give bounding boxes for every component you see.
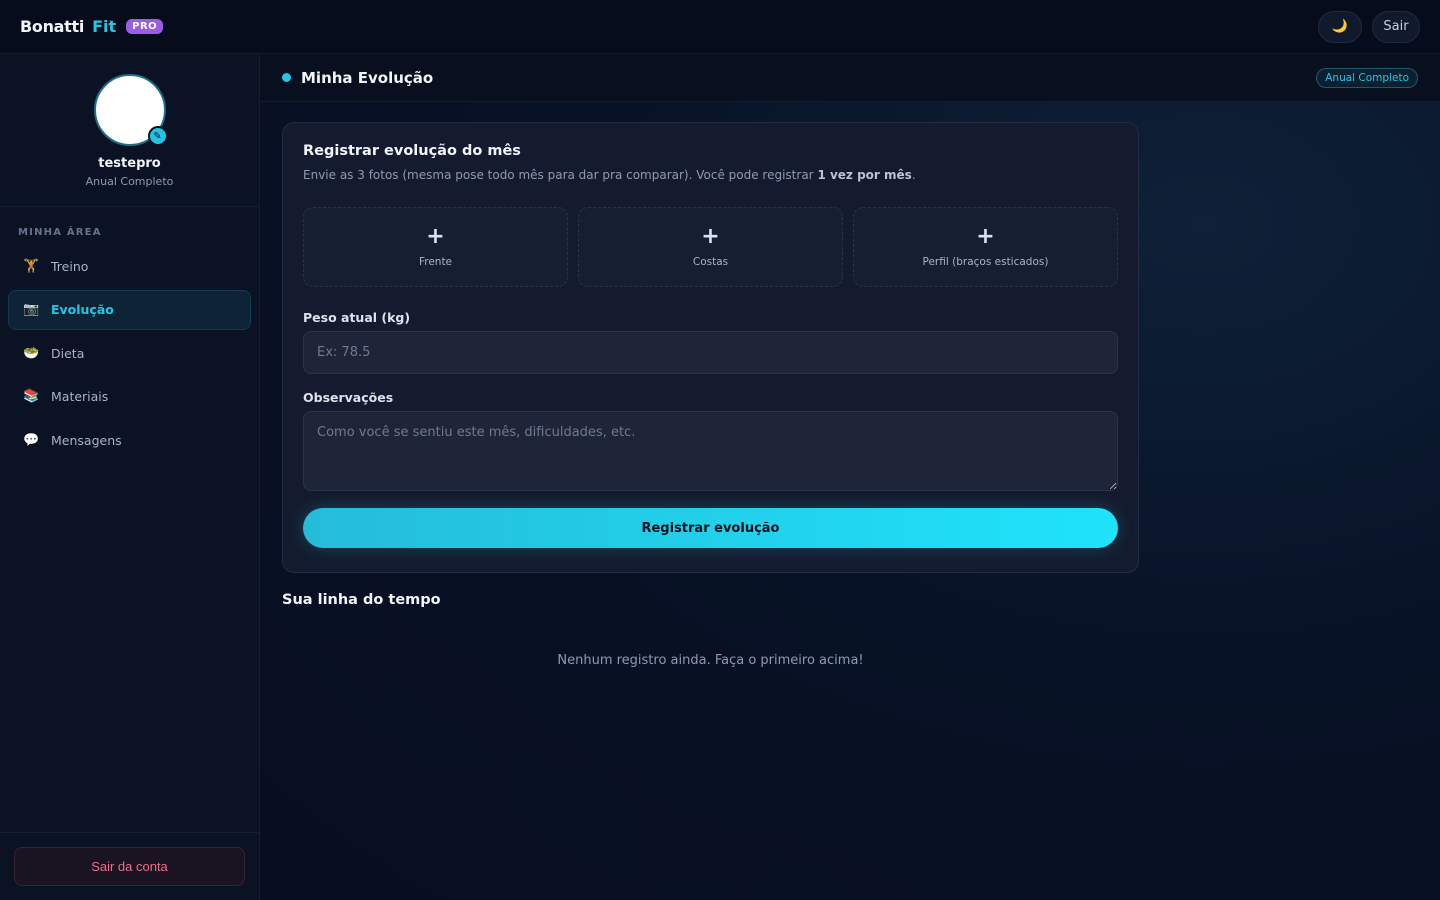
salad-icon: 🥗 — [23, 345, 40, 361]
plus-icon: + — [976, 224, 995, 249]
sidebar-item-mensagens[interactable]: 💬 Mensagens — [8, 420, 251, 460]
timeline-empty-message: Nenhum registro ainda. Faça o primeiro a… — [557, 653, 864, 668]
camera-icon: 📷 — [23, 302, 40, 317]
theme-toggle-button[interactable]: 🌙 — [1318, 10, 1362, 43]
profile-section: ✎ testepro Anual Completo — [0, 54, 259, 207]
plan-badge: Anual Completo — [1316, 67, 1418, 88]
sidebar-item-label: Treino — [51, 258, 89, 274]
weight-input[interactable] — [303, 331, 1118, 374]
photo-label: Perfil (braços esticados) — [922, 256, 1049, 268]
sidebar-item-label: Dieta — [51, 345, 85, 361]
photo-label: Costas — [692, 256, 729, 268]
sidebar-item-materiais[interactable]: 📚 Materiais — [8, 377, 251, 417]
notes-textarea[interactable] — [303, 411, 1118, 491]
logout-top-button[interactable]: Sair — [1372, 10, 1420, 43]
logout-button[interactable]: Sair da conta — [14, 847, 245, 886]
books-icon: 📚 — [23, 389, 40, 404]
photo-label: Frente — [418, 256, 453, 268]
sidebar-item-evolucao[interactable]: 📷 Evolução — [8, 289, 251, 330]
dumbbell-icon: 🏋 — [23, 258, 40, 274]
edit-avatar-icon[interactable]: ✎ — [147, 126, 168, 146]
sidebar-item-label: Evolução — [51, 302, 114, 317]
sidebar-item-dieta[interactable]: 🥗 Dieta — [8, 333, 251, 373]
weight-label: Peso atual (kg) — [303, 310, 411, 325]
desc-suffix: . — [911, 168, 916, 182]
plus-icon: + — [701, 224, 720, 249]
plus-icon: + — [426, 224, 445, 249]
photo-upload-row: + Frente + Costas + Perfil (braços estic… — [303, 207, 1118, 287]
notes-label: Observações — [303, 390, 394, 405]
form-description: Envie as 3 fotos (mesma pose todo mês pa… — [303, 168, 1118, 182]
top-bar: Bonatti Fit PRO 🌙 Sair — [0, 0, 1440, 54]
sidebar-item-treino[interactable]: 🏋 Treino — [8, 246, 251, 286]
evolution-form-card: Registrar evolução do mês Envie as 3 fot… — [282, 122, 1139, 573]
top-actions: 🌙 Sair — [1318, 10, 1420, 43]
pro-badge: PRO — [126, 19, 164, 34]
sidebar-nav: 🏋 Treino 📷 Evolução 🥗 Dieta 📚 Materiais … — [0, 246, 259, 460]
desc-prefix: Envie as 3 fotos (mesma pose todo mês pa… — [303, 168, 818, 182]
desc-bold: 1 vez por mês — [817, 168, 912, 182]
page-title: Minha Evolução — [301, 68, 434, 87]
timeline-title: Sua linha do tempo — [282, 592, 441, 608]
avatar-wrap: ✎ — [93, 74, 168, 146]
page-title-wrap: Minha Evolução — [282, 69, 433, 87]
photo-upload-front[interactable]: + Frente — [303, 207, 568, 287]
photo-upload-back[interactable]: + Costas — [578, 207, 843, 287]
chat-bubble-icon: 💬 — [23, 432, 40, 448]
status-dot-icon — [282, 73, 291, 82]
form-title: Registrar evolução do mês — [303, 143, 521, 159]
submit-evolution-button[interactable]: Registrar evolução — [303, 508, 1118, 548]
brand-logo[interactable]: Bonatti Fit PRO — [20, 17, 164, 36]
photo-upload-profile[interactable]: + Perfil (braços esticados) — [853, 207, 1118, 287]
page-header: Minha Evolução Anual Completo — [261, 54, 1440, 102]
plan-label: Anual Completo — [85, 175, 174, 188]
sidebar-item-label: Materiais — [51, 389, 109, 404]
sidebar-footer: Sair da conta — [0, 832, 259, 900]
main-content: Minha Evolução Anual Completo Registrar … — [261, 54, 1440, 900]
section-label: MINHA ÁREA — [18, 227, 102, 238]
brand-accent: Fit — [92, 17, 117, 36]
username: testepro — [98, 156, 161, 171]
sidebar-item-label: Mensagens — [51, 432, 122, 448]
brand-name: Bonatti — [20, 17, 85, 36]
moon-icon: 🌙 — [1331, 19, 1349, 34]
sidebar: ✎ testepro Anual Completo MINHA ÁREA 🏋 T… — [0, 54, 260, 900]
